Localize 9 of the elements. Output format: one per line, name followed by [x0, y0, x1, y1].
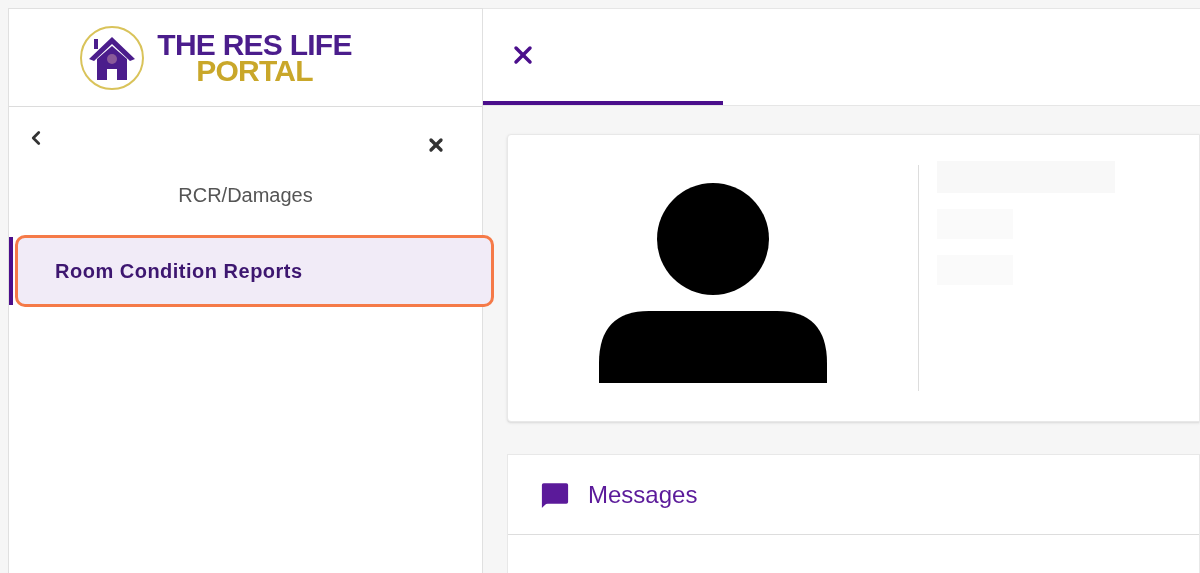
logo-title: THE RES LIFE	[157, 31, 352, 58]
avatar-icon	[599, 183, 827, 383]
close-button[interactable]	[426, 135, 446, 155]
logo-subtitle: PORTAL	[196, 57, 313, 84]
house-logo-icon	[79, 24, 146, 91]
messages-title: Messages	[588, 479, 698, 510]
nav-item[interactable]: RCR/Damages	[9, 161, 482, 229]
nav-item[interactable]: Room Condition Reports	[17, 237, 492, 305]
close-icon	[426, 135, 446, 155]
